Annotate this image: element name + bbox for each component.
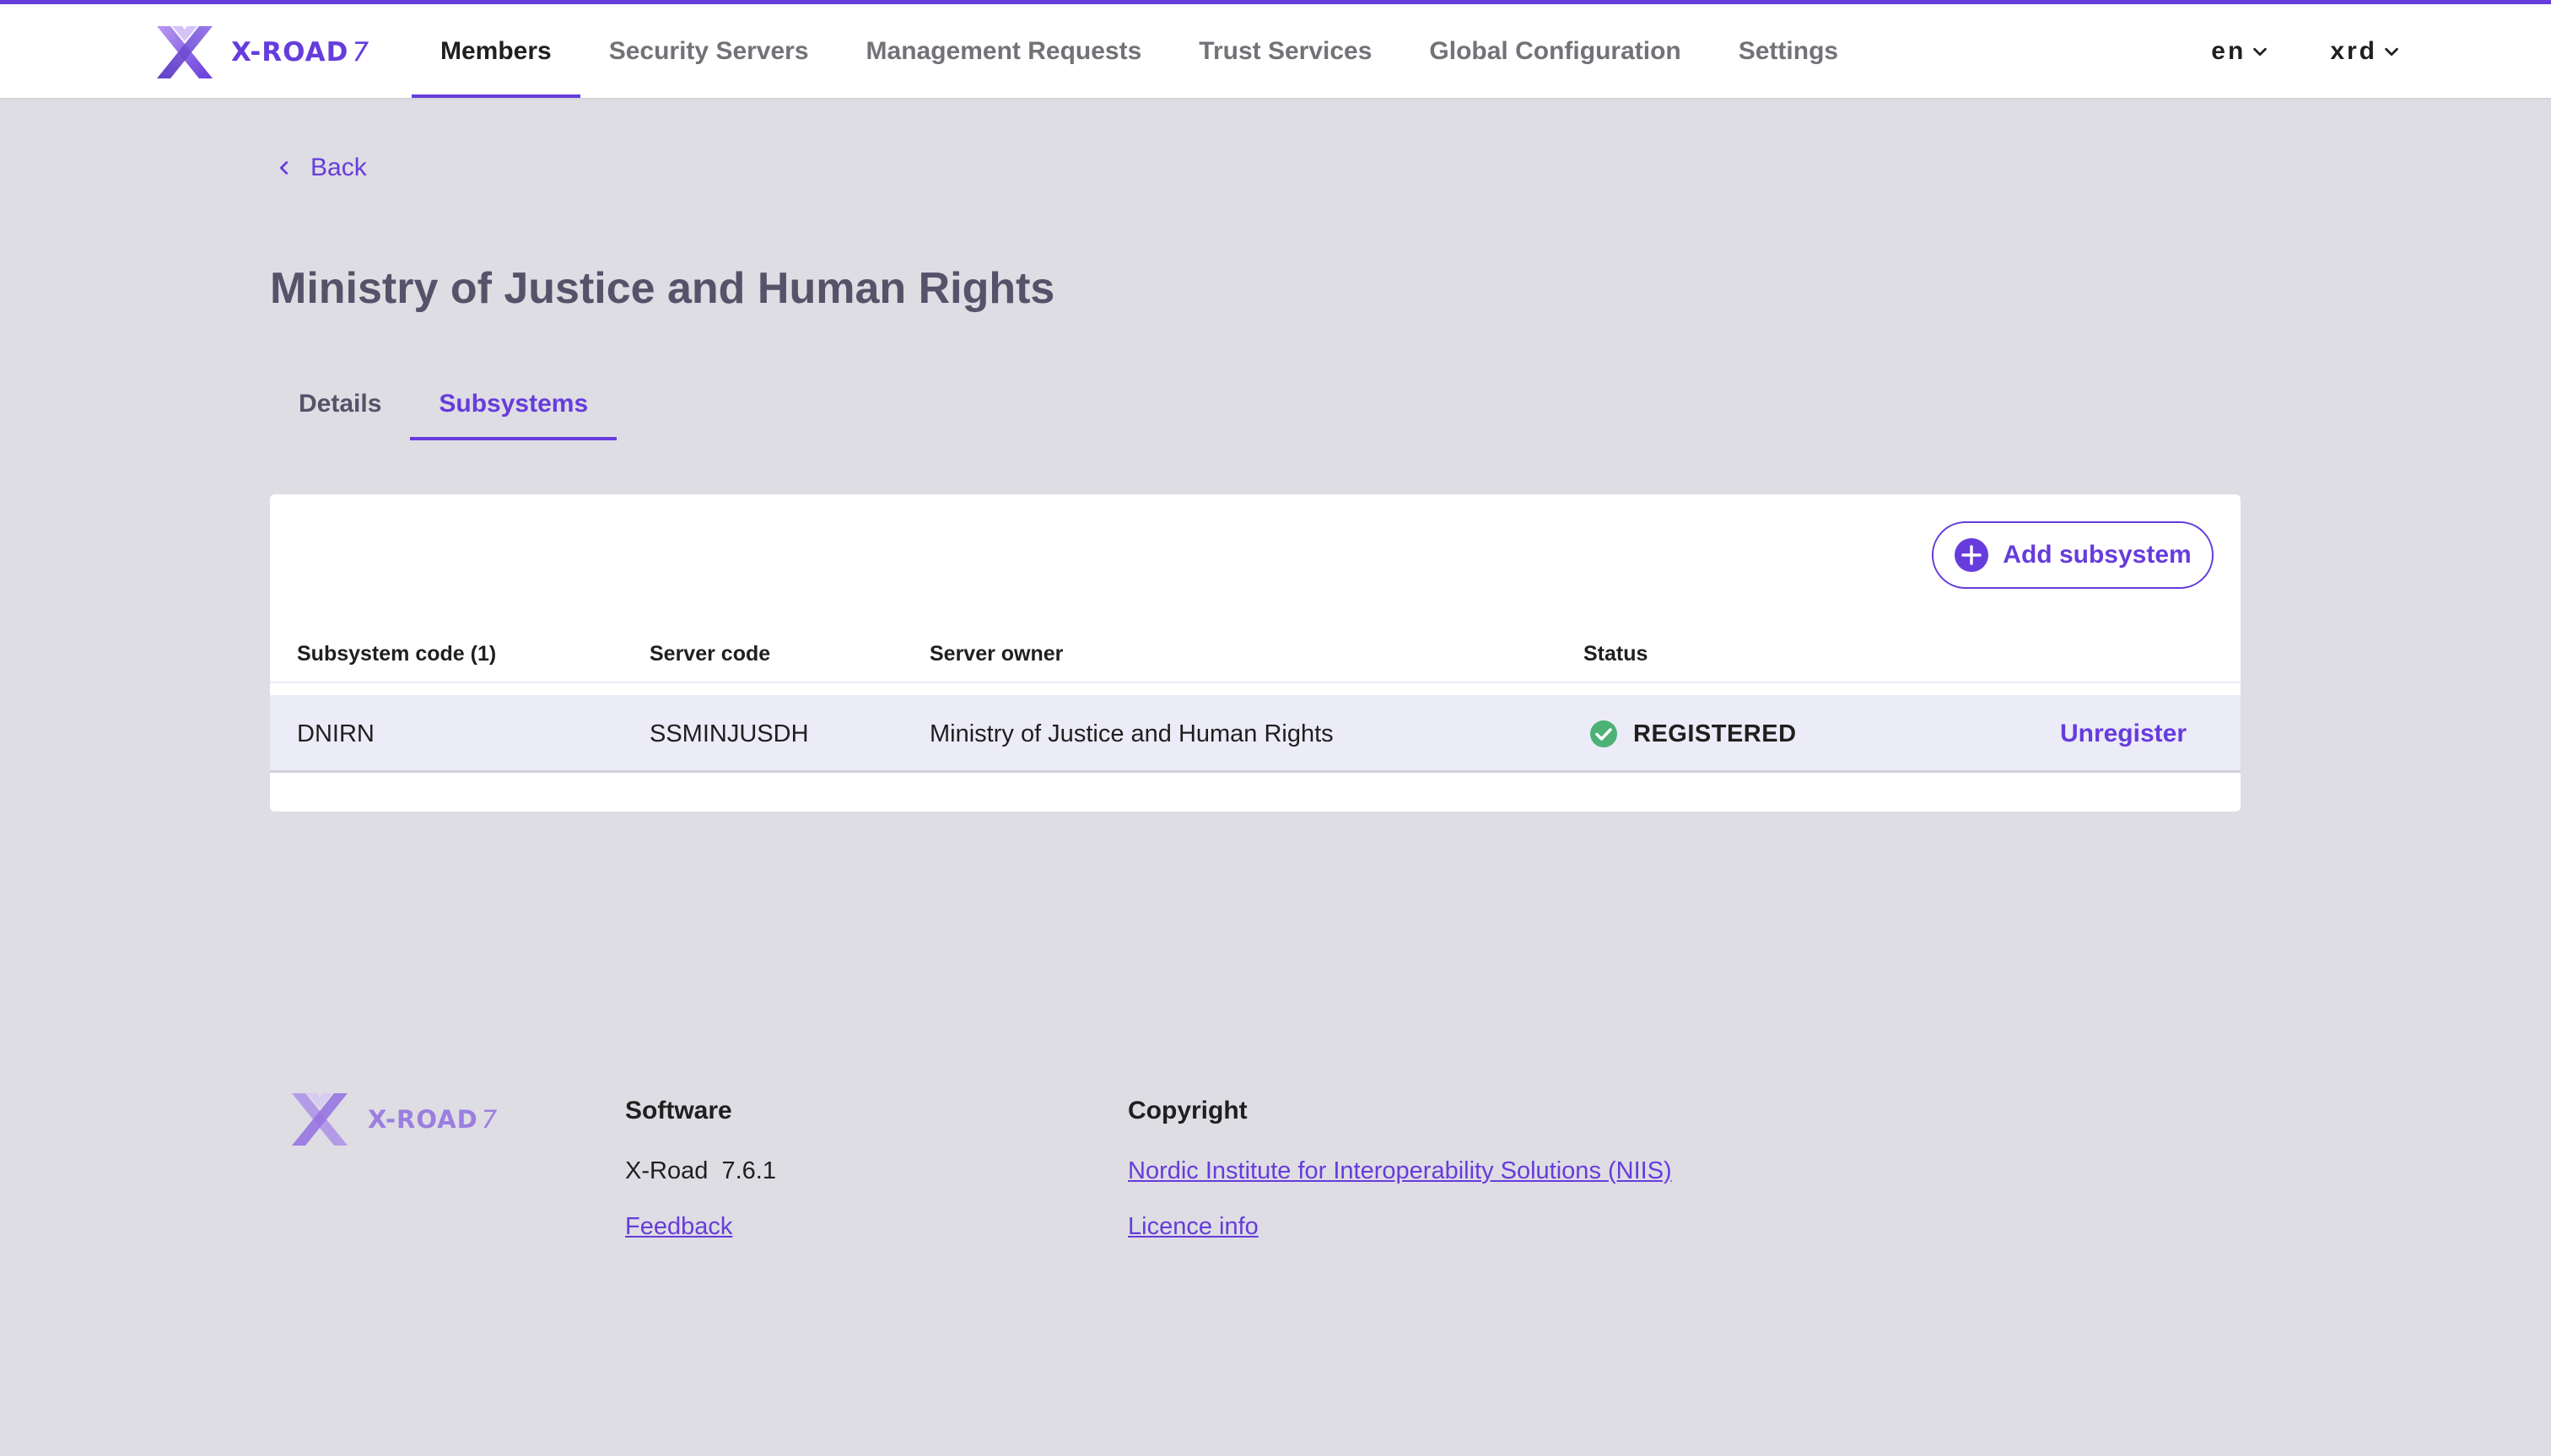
status-badge: REGISTERED — [1589, 695, 1797, 773]
niis-link[interactable]: Nordic Institute for Interoperability So… — [1128, 1157, 1672, 1185]
table-row[interactable]: DNIRN SSMINJUSDH Ministry of Justice and… — [270, 695, 2241, 773]
column-server-owner[interactable]: Server owner — [930, 624, 1063, 683]
software-heading: Software — [625, 1097, 732, 1124]
user-label: xrd — [2330, 36, 2377, 65]
top-bar: X-ROAD 7 Members Security Servers Managem… — [0, 0, 2551, 98]
tab-subsystems[interactable]: Subsystems — [410, 368, 617, 440]
nav-members[interactable]: Members — [412, 4, 580, 98]
footer-software: Software X-Road 7.6.1 Feedback — [625, 1097, 776, 1245]
cell-server-code: SSMINJUSDH — [650, 720, 809, 747]
check-circle-icon — [1590, 720, 1617, 747]
footer-logo: X-ROAD 7 — [289, 1088, 498, 1151]
add-subsystem-button[interactable]: Add subsystem — [1932, 521, 2214, 589]
xroad-logo-icon — [157, 26, 213, 78]
table-header: Subsystem code (1) Server code Server ow… — [270, 624, 2241, 683]
xroad-logo[interactable]: X-ROAD 7 — [154, 23, 369, 82]
footer-copyright: Copyright Nordic Institute for Interoper… — [1128, 1097, 1672, 1245]
top-right-controls: en xrd — [2150, 4, 2401, 98]
copyright-heading: Copyright — [1128, 1097, 1248, 1124]
software-version: X-Road 7.6.1 — [625, 1157, 776, 1184]
page-title: Ministry of Justice and Human Rights — [270, 264, 1055, 313]
user-dropdown[interactable]: xrd — [2330, 37, 2401, 66]
status-label: REGISTERED — [1633, 720, 1797, 747]
main-nav: Members Security Servers Management Requ… — [412, 4, 1867, 98]
licence-info-link[interactable]: Licence info — [1128, 1213, 1259, 1241]
nav-global-configuration[interactable]: Global Configuration — [1400, 4, 1709, 98]
nav-trust-services[interactable]: Trust Services — [1170, 4, 1400, 98]
column-server-code[interactable]: Server code — [650, 624, 770, 683]
chevron-down-icon — [2253, 47, 2268, 56]
back-link[interactable]: Back — [275, 154, 367, 182]
licence-link-row: Licence info — [1128, 1208, 1672, 1245]
member-tabs: Details Subsystems — [270, 368, 617, 440]
unregister-button[interactable]: Unregister — [2060, 695, 2187, 773]
language-label: en — [2211, 36, 2246, 65]
nav-management-requests[interactable]: Management Requests — [838, 4, 1171, 98]
subsystems-card: Add subsystem Subsystem code (1) Server … — [270, 494, 2241, 812]
footer-logo-text: X-ROAD 7 — [368, 1105, 499, 1134]
plus-circle-icon — [1955, 538, 1989, 572]
add-subsystem-label: Add subsystem — [2003, 541, 2192, 569]
chevron-down-icon — [2385, 47, 2398, 56]
column-status[interactable]: Status — [1583, 624, 1648, 683]
language-dropdown[interactable]: en — [2211, 37, 2269, 66]
feedback-link[interactable]: Feedback — [625, 1213, 732, 1241]
nav-security-servers[interactable]: Security Servers — [580, 4, 838, 98]
nav-settings[interactable]: Settings — [1710, 4, 1867, 98]
xroad-logo-icon — [292, 1093, 348, 1146]
column-subsystem-code[interactable]: Subsystem code (1) — [297, 624, 496, 683]
chevron-left-icon — [279, 161, 289, 175]
cell-server-owner: Ministry of Justice and Human Rights — [930, 720, 1334, 747]
niis-link-row: Nordic Institute for Interoperability So… — [1128, 1152, 1672, 1189]
tab-details[interactable]: Details — [270, 368, 410, 440]
back-label: Back — [310, 154, 367, 181]
xroad-logo-text: X-ROAD 7 — [231, 37, 370, 67]
feedback-link-row: Feedback — [625, 1208, 776, 1245]
cell-subsystem-code: DNIRN — [297, 720, 375, 747]
